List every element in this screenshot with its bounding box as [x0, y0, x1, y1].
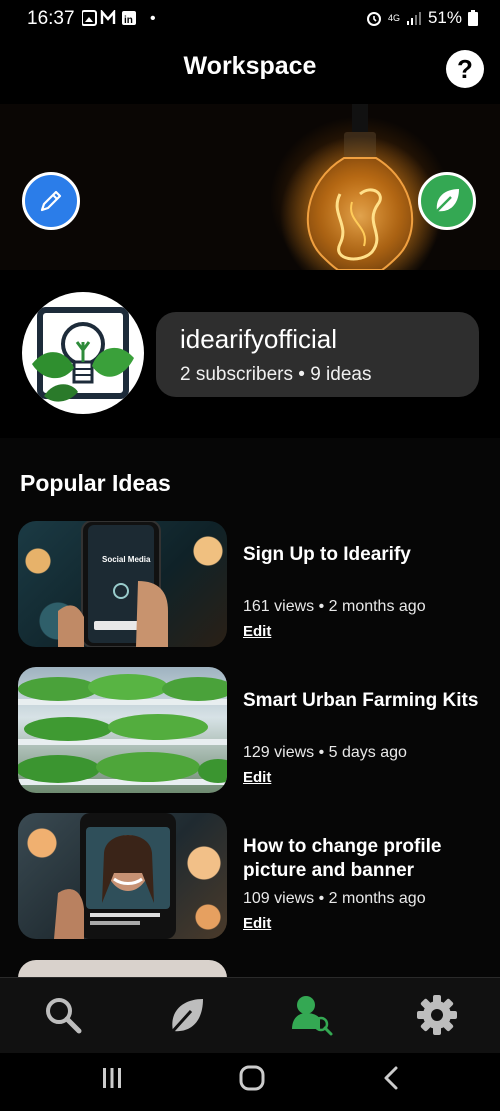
leaf-banner-button[interactable] [418, 172, 476, 230]
nav-workspace[interactable] [287, 990, 337, 1040]
idea-thumbnail[interactable]: Social Media [18, 521, 227, 647]
nav-settings[interactable] [412, 990, 462, 1040]
battery-percent: 51% [427, 8, 462, 27]
avatar[interactable] [22, 292, 144, 414]
idearify-logo-icon [32, 307, 134, 402]
section-title: Popular Ideas [20, 470, 171, 496]
home-icon[interactable] [238, 1064, 266, 1092]
more-notifications-dot: • [150, 10, 156, 27]
page-title: Workspace [183, 52, 317, 80]
leaf-icon [436, 189, 459, 212]
idea-meta: 129 views • 5 days ago [243, 744, 407, 761]
urban-farm-image [18, 674, 227, 785]
notification-icons: in [82, 10, 136, 26]
search-icon [46, 998, 82, 1034]
edit-banner-button[interactable] [22, 172, 80, 230]
phone-profile-image [54, 813, 176, 939]
thumb-caption: Social Media [102, 555, 151, 564]
recent-apps-icon[interactable] [100, 1066, 124, 1090]
idea-meta: 109 views • 2 months ago [243, 890, 426, 907]
svg-text:in: in [124, 15, 133, 26]
idea-meta: 161 views • 2 months ago [243, 598, 426, 615]
gear-icon [417, 995, 457, 1035]
battery-icon [468, 10, 478, 26]
profile-username: idearifyofficial [180, 324, 338, 354]
idea-thumbnail[interactable] [18, 667, 227, 793]
help-button[interactable]: ? [446, 50, 484, 88]
pencil-icon [40, 190, 62, 212]
idea-edit-link[interactable]: Edit [243, 915, 271, 932]
back-icon[interactable] [380, 1064, 404, 1092]
idea-edit-link[interactable]: Edit [243, 769, 271, 786]
alarm-icon [366, 12, 381, 26]
idea-title[interactable]: Smart Urban Farming Kits [243, 689, 483, 713]
status-bar: 16:37 in • 4G 51% [0, 0, 500, 36]
nav-search[interactable] [38, 990, 88, 1040]
network-type: 4G [387, 12, 400, 23]
leaf-icon [171, 999, 203, 1033]
nav-ideas[interactable] [162, 990, 212, 1040]
profile-stats: 2 subscribers • 9 ideas [180, 364, 372, 385]
signal-icon [406, 12, 421, 25]
status-time: 16:37 [27, 8, 75, 29]
idea-thumbnail[interactable] [18, 813, 227, 939]
status-right: 4G 51% [366, 8, 478, 28]
idea-title[interactable]: How to change profile picture and banner [243, 835, 483, 883]
profile-search-icon [292, 996, 333, 1036]
idea-edit-link[interactable]: Edit [243, 623, 271, 640]
idea-title[interactable]: Sign Up to Idearify [243, 543, 483, 567]
phone-social-media-image [58, 521, 168, 647]
